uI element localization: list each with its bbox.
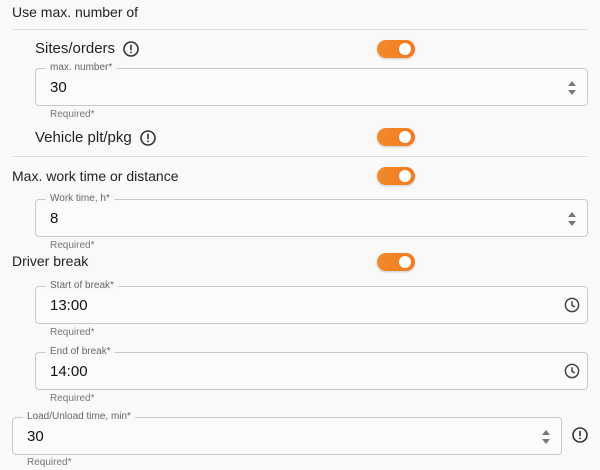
end-break-value: 14:00 xyxy=(50,363,88,380)
work-toggle[interactable] xyxy=(377,167,415,185)
max-number-field[interactable]: max. number* 30 xyxy=(35,62,588,106)
sites-orders-row: Sites/orders xyxy=(35,40,139,57)
load-unload-field[interactable]: Load/Unload time, min* 30 xyxy=(12,411,562,455)
max-number-helper: Required* xyxy=(50,109,95,120)
start-break-field[interactable]: Start of break* 13:00 xyxy=(35,280,588,324)
divider xyxy=(12,29,588,30)
clock-icon[interactable] xyxy=(564,297,580,313)
section-title-use-max: Use max. number of xyxy=(12,4,139,20)
vehicle-row: Vehicle plt/pkg xyxy=(35,129,156,146)
divider xyxy=(12,156,588,157)
end-break-field[interactable]: End of break* 14:00 xyxy=(35,346,588,390)
start-break-label: Start of break* xyxy=(46,280,118,291)
load-unload-helper: Required* xyxy=(27,457,72,468)
max-number-value: 30 xyxy=(50,79,67,96)
info-icon[interactable] xyxy=(572,427,588,443)
info-icon[interactable] xyxy=(139,129,156,146)
toggle-knob xyxy=(399,43,411,55)
vehicle-label: Vehicle plt/pkg xyxy=(35,129,132,146)
toggle-knob xyxy=(399,131,411,143)
driver-break-toggle[interactable] xyxy=(377,253,415,271)
start-break-helper: Required* xyxy=(50,327,95,338)
vehicle-toggle[interactable] xyxy=(377,128,415,146)
work-time-helper: Required* xyxy=(50,240,95,251)
end-break-helper: Required* xyxy=(50,393,95,404)
end-break-label: End of break* xyxy=(46,346,115,357)
work-time-label: Work time, h* xyxy=(46,193,114,204)
work-label: Max. work time or distance xyxy=(12,168,179,184)
stepper-icon[interactable] xyxy=(567,210,577,228)
toggle-knob xyxy=(399,170,411,182)
clock-icon[interactable] xyxy=(564,363,580,379)
work-time-value: 8 xyxy=(50,210,59,227)
load-unload-value: 30 xyxy=(27,428,44,445)
sites-orders-toggle[interactable] xyxy=(377,40,415,58)
sites-orders-label: Sites/orders xyxy=(35,40,116,57)
max-number-label: max. number* xyxy=(46,62,117,73)
work-time-field[interactable]: Work time, h* 8 xyxy=(35,193,588,237)
stepper-icon[interactable] xyxy=(567,79,577,97)
info-icon[interactable] xyxy=(123,40,139,57)
start-break-value: 13:00 xyxy=(50,297,88,314)
driver-break-label: Driver break xyxy=(12,253,89,269)
stepper-icon[interactable] xyxy=(541,428,551,446)
load-unload-label: Load/Unload time, min* xyxy=(23,411,135,422)
toggle-knob xyxy=(399,256,411,268)
